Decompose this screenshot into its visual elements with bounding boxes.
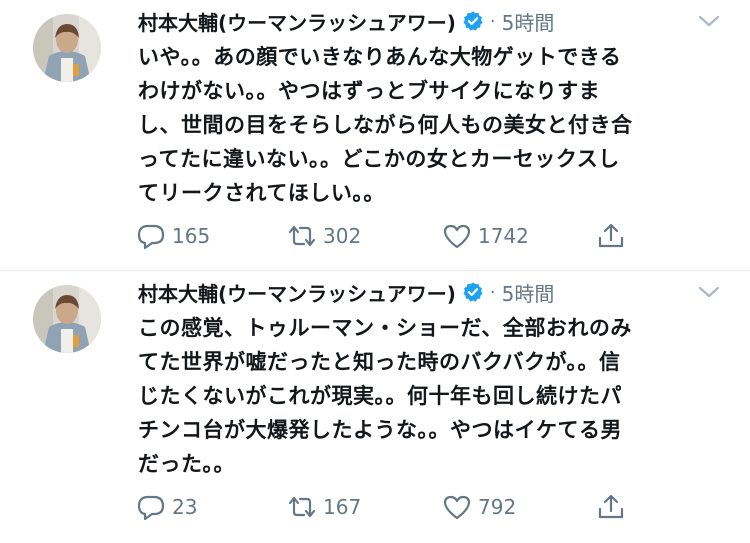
tweet-text-line: てリークされてほしい。。 bbox=[138, 181, 385, 205]
like-count: 1742 bbox=[478, 224, 529, 248]
tweet-text-line: わけがない。。やつはずっとブサイクになりすま bbox=[138, 79, 601, 103]
tweet-header: 村本大輔(ウーマンラッシュアワー) · 5時間 bbox=[138, 277, 554, 307]
reply-button[interactable]: 165 bbox=[136, 218, 210, 254]
heart-icon bbox=[442, 492, 472, 522]
tweet-time[interactable]: 5時間 bbox=[502, 7, 555, 36]
tweet-text-line: てた世界が嘘だったと知った時のバクバクが。。信 bbox=[138, 350, 621, 374]
tweet-header: 村本大輔(ウーマンラッシュアワー) · 5時間 bbox=[138, 6, 554, 36]
timeline: 村本大輔(ウーマンラッシュアワー) · 5時間 いや。。あの顔でいきなりあんな大… bbox=[0, 0, 750, 543]
chevron-down-icon[interactable] bbox=[694, 279, 724, 305]
tweet-text-line: し、世間の目をそらしながら何人もの美女と付き合 bbox=[138, 113, 633, 137]
tweet-time[interactable]: 5時間 bbox=[502, 278, 555, 307]
tweet-text-line: いや。。あの顔でいきなりあんな大物ゲットできる bbox=[138, 45, 622, 69]
tweet-text-line: ってたに違いない。。どこかの女とカーセックスし bbox=[138, 147, 620, 171]
avatar[interactable] bbox=[33, 285, 101, 353]
share-icon bbox=[596, 221, 626, 251]
retweet-count: 167 bbox=[323, 495, 362, 519]
share-icon bbox=[596, 492, 626, 522]
like-button[interactable]: 1742 bbox=[442, 218, 529, 254]
share-button[interactable] bbox=[596, 489, 626, 525]
retweet-icon bbox=[287, 221, 317, 251]
separator-dot: · bbox=[489, 281, 496, 303]
tweet-actions: 165 302 1742 bbox=[0, 218, 750, 254]
tweet-text: いや。。あの顔でいきなりあんな大物ゲットできる わけがない。。やつはずっとブサイ… bbox=[138, 40, 718, 210]
tweet-text-line: だった。。 bbox=[138, 452, 235, 476]
reply-count: 165 bbox=[172, 224, 211, 248]
tweet-text: この感覚、トゥルーマン・ショーだ、全部おれのみ てた世界が嘘だったと知った時のバ… bbox=[138, 311, 718, 481]
verified-badge-icon bbox=[462, 281, 484, 303]
tweet-text-line: チンコ台が大爆発したような。。やつはイケてる男 bbox=[138, 418, 622, 442]
tweet[interactable]: 村本大輔(ウーマンラッシュアワー) · 5時間 いや。。あの顔でいきなりあんな大… bbox=[0, 0, 750, 270]
like-button[interactable]: 792 bbox=[442, 489, 516, 525]
chevron-down-icon[interactable] bbox=[694, 8, 724, 34]
avatar[interactable] bbox=[33, 14, 101, 82]
like-count: 792 bbox=[478, 495, 517, 519]
author-name[interactable]: 村本大輔(ウーマンラッシュアワー) bbox=[138, 7, 456, 36]
tweet-actions: 23 167 792 bbox=[0, 489, 750, 525]
retweet-icon bbox=[287, 492, 317, 522]
reply-count: 23 bbox=[172, 495, 198, 519]
heart-icon bbox=[442, 221, 472, 251]
retweet-count: 302 bbox=[323, 224, 362, 248]
verified-badge-icon bbox=[462, 10, 484, 32]
tweet-text-line: この感覚、トゥルーマン・ショーだ、全部おれのみ bbox=[138, 316, 632, 340]
retweet-button[interactable]: 167 bbox=[287, 489, 361, 525]
reply-icon bbox=[136, 492, 166, 522]
tweet-text-line: じたくないがこれが現実。。何十年も回し続けたパ bbox=[138, 384, 622, 408]
tweet[interactable]: 村本大輔(ウーマンラッシュアワー) · 5時間 この感覚、トゥルーマン・ショーだ… bbox=[0, 271, 750, 543]
separator-dot: · bbox=[489, 10, 496, 32]
author-name[interactable]: 村本大輔(ウーマンラッシュアワー) bbox=[138, 278, 456, 307]
share-button[interactable] bbox=[596, 218, 626, 254]
reply-icon bbox=[136, 221, 166, 251]
reply-button[interactable]: 23 bbox=[136, 489, 197, 525]
retweet-button[interactable]: 302 bbox=[287, 218, 361, 254]
